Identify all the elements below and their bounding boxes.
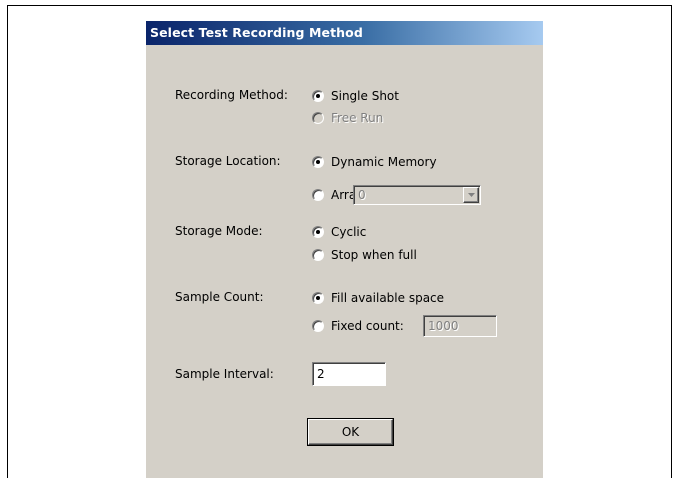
fixed-count-input: 1000 [423, 315, 497, 337]
sample-interval-input[interactable]: 2 [312, 362, 386, 386]
storage-mode-label: Storage Mode: [175, 224, 263, 238]
radio-free-run: Free Run [312, 110, 383, 126]
radio-button-checked [312, 226, 324, 238]
radio-single-shot-label: Single Shot [331, 89, 399, 103]
recording-method-label: Recording Method: [175, 88, 288, 102]
radio-button-unchecked [312, 189, 324, 201]
radio-cyclic-label: Cyclic [331, 225, 367, 239]
radio-stop-when-full[interactable]: Stop when full [312, 247, 417, 263]
radio-fixed-count-label: Fixed count: [331, 319, 404, 333]
radio-button-disabled [312, 112, 324, 124]
radio-button-checked [312, 156, 324, 168]
radio-free-run-label: Free Run [331, 111, 384, 125]
radio-button-checked [312, 90, 324, 102]
sample-interval-label: Sample Interval: [175, 367, 274, 381]
radio-button-checked [312, 292, 324, 304]
radio-cyclic[interactable]: Cyclic [312, 224, 366, 240]
array-combobox: 0 [353, 185, 481, 205]
storage-location-label: Storage Location: [175, 154, 281, 168]
select-recording-method-dialog: Select Test Recording Method Recording M… [146, 21, 543, 478]
ok-button[interactable]: OK [308, 419, 393, 445]
radio-fill-available-space[interactable]: Fill available space [312, 290, 444, 306]
fixed-count-value: 1000 [428, 319, 459, 333]
dialog-title: Select Test Recording Method [146, 21, 543, 45]
chevron-down-icon [463, 187, 479, 203]
radio-dynamic-memory-label: Dynamic Memory [331, 155, 437, 169]
radio-button-unchecked [312, 320, 324, 332]
radio-button-unchecked [312, 249, 324, 261]
radio-fixed-count[interactable]: Fixed count: [312, 318, 404, 334]
radio-single-shot[interactable]: Single Shot [312, 88, 399, 104]
ok-button-label: OK [341, 425, 360, 439]
radio-fill-available-space-label: Fill available space [331, 291, 445, 305]
radio-dynamic-memory[interactable]: Dynamic Memory [312, 154, 437, 170]
radio-stop-when-full-label: Stop when full [331, 248, 417, 262]
array-combobox-value: 0 [358, 188, 366, 202]
sample-count-label: Sample Count: [175, 290, 264, 304]
sample-interval-value: 2 [317, 367, 325, 381]
